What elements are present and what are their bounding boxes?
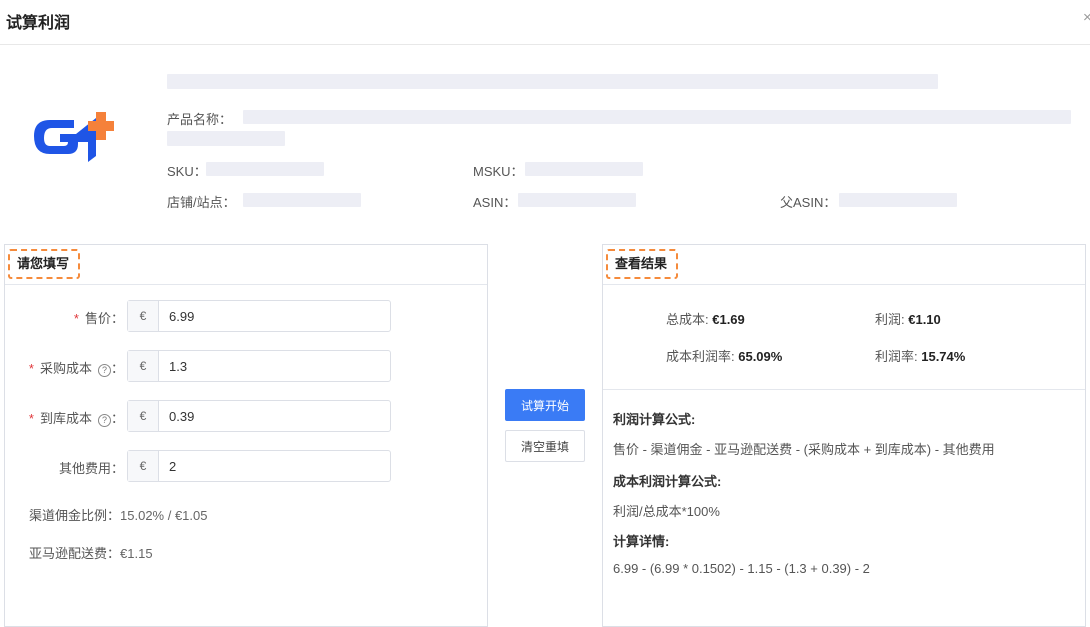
total-cost: 总成本: €1.69: [666, 312, 745, 327]
required-mark: *: [28, 411, 34, 426]
input-panel-header: 请您填写: [5, 245, 487, 285]
fba-fee-row: 亚马逊配送费：€1.15: [29, 543, 153, 562]
result-panel-title: 查看结果: [606, 249, 679, 279]
result-divider: [603, 389, 1085, 390]
warehouse-cost-input-group[interactable]: €: [127, 400, 391, 432]
help-icon[interactable]: ?: [97, 364, 111, 377]
parent-asin-placeholder: [839, 193, 957, 207]
warehouse-cost-row: * 到库成本?： €: [5, 400, 490, 432]
asin-label: ASIN：: [473, 195, 517, 210]
required-mark: *: [73, 311, 79, 326]
parent-asin-label: 父ASIN：: [780, 195, 837, 210]
cost-formula-title: 成本利润计算公式:: [613, 474, 722, 489]
help-icon[interactable]: ?: [97, 414, 111, 427]
purchase-cost-input-group[interactable]: €: [127, 350, 391, 382]
purchase-cost-row: * 采购成本?： €: [5, 350, 490, 382]
cost-profit-margin: 成本利润率: 65.09%: [666, 349, 783, 364]
commission-row: 渠道佣金比例：15.02% / €1.05: [29, 505, 207, 524]
store-label: 店铺/站点：: [167, 195, 236, 210]
product-title-placeholder: [167, 74, 938, 89]
other-fees-input[interactable]: [159, 451, 390, 481]
commission-label: 渠道佣金比例：: [29, 508, 121, 523]
start-calculation-button[interactable]: 试算开始: [505, 389, 585, 421]
profit-value: €1.10: [908, 312, 941, 327]
other-fees-input-group[interactable]: €: [127, 450, 391, 482]
product-name-label: 产品名称：: [167, 112, 233, 127]
product-name-placeholder-2: [167, 131, 285, 146]
euro-prefix: €: [128, 401, 159, 431]
input-panel: 请您填写 *售价： € *采购成本?： € *到库成本?： € 其他费用： € …: [4, 244, 488, 627]
warehouse-cost-label: * 到库成本?：: [28, 411, 124, 427]
price-input-group[interactable]: €: [127, 300, 391, 332]
result-panel-header: 查看结果: [603, 245, 1085, 285]
profit-formula: 售价 - 渠道佣金 - 亚马逊配送费 - (采购成本 + 到库成本) - 其他费…: [613, 442, 995, 457]
sku-placeholder: [206, 162, 324, 176]
store-placeholder: [243, 193, 361, 207]
result-panel: 查看结果 总成本: €1.69 利润: €1.10 成本利润率: 65.09% …: [602, 244, 1086, 627]
other-fees-label: 其他费用：: [58, 461, 124, 476]
price-row: * 售价： €: [5, 300, 490, 332]
fba-fee-value: €1.15: [120, 546, 153, 561]
product-logo: [32, 112, 116, 164]
commission-value: 15.02% / €1.05: [120, 508, 208, 523]
input-panel-title: 请您填写: [8, 249, 81, 279]
sku-label: SKU：: [167, 164, 207, 179]
calculation-detail-title: 计算详情:: [613, 534, 670, 549]
required-mark: *: [28, 361, 34, 376]
msku-placeholder: [525, 162, 643, 176]
clear-reset-button[interactable]: 清空重填: [505, 430, 585, 462]
other-fees-row: 其他费用： €: [5, 450, 490, 482]
dialog-title: 试算利润: [6, 15, 71, 32]
euro-prefix: €: [128, 351, 159, 381]
dialog-header: 试算利润 ×: [0, 0, 1090, 45]
asin-placeholder: [518, 193, 636, 207]
purchase-cost-label: * 采购成本?：: [28, 361, 124, 377]
close-icon[interactable]: ×: [1083, 9, 1090, 27]
total-cost-value: €1.69: [712, 312, 745, 327]
price-label: * 售价：: [73, 311, 124, 326]
euro-prefix: €: [128, 451, 159, 481]
profit-margin-value: 15.74%: [921, 349, 966, 364]
price-input[interactable]: [159, 301, 390, 331]
profit: 利润: €1.10: [875, 312, 941, 327]
product-name-placeholder: [243, 110, 1071, 124]
calculation-detail: 6.99 - (6.99 * 0.1502) - 1.15 - (1.3 + 0…: [613, 561, 870, 576]
purchase-cost-input[interactable]: [159, 351, 390, 381]
euro-prefix: €: [128, 301, 159, 331]
fba-fee-label: 亚马逊配送费：: [29, 546, 121, 561]
cost-profit-margin-value: 65.09%: [738, 349, 783, 364]
cost-formula: 利润/总成本*100%: [613, 504, 720, 519]
warehouse-cost-input[interactable]: [159, 401, 390, 431]
profit-margin: 利润率: 15.74%: [875, 349, 966, 364]
profit-formula-title: 利润计算公式:: [613, 412, 696, 427]
msku-label: MSKU：: [473, 164, 524, 179]
